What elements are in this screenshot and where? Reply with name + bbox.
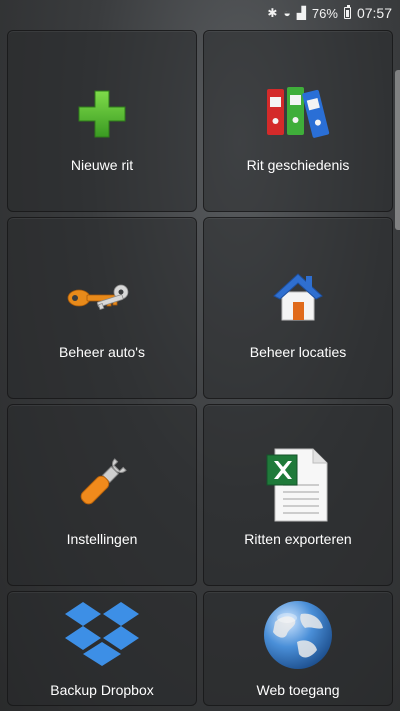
settings-label: Instellingen [66,531,138,547]
export-trips-label: Ritten exporteren [244,531,352,547]
manage-cars-label: Beheer auto's [59,344,145,360]
bluetooth-icon: ✱ [267,6,278,20]
wrench-icon [72,453,132,518]
house-icon [270,268,326,329]
menu-grid: Nieuwe rit Rit geschiedenis Beheer auto'… [0,0,400,711]
settings-tile[interactable]: Instellingen [7,404,197,586]
new-trip-label: Nieuwe rit [70,157,134,173]
clock: 07:57 [356,5,392,21]
manage-cars-tile[interactable]: Beheer auto's [7,217,197,399]
battery-icon [343,5,351,19]
trip-history-label: Rit geschiedenis [246,157,350,173]
backup-dropbox-tile[interactable]: Backup Dropbox [7,591,197,706]
wifi-icon: ◒ [283,6,291,20]
edge-panel-handle[interactable] [395,70,400,230]
status-bar: ✱ ◒ ▟ 76% 07:57 [0,0,400,26]
binders-icon [265,83,331,144]
dropbox-icon [61,600,143,681]
export-trips-tile[interactable]: Ritten exporteren [203,404,393,586]
web-access-tile[interactable]: Web toegang [203,591,393,706]
car-keys-icon [67,282,137,323]
manage-locations-tile[interactable]: Beheer locaties [203,217,393,399]
manage-locations-label: Beheer locaties [249,344,347,360]
globe-icon [261,598,335,677]
plus-icon [77,89,127,144]
excel-document-icon [265,445,331,530]
signal-icon: ▟ [296,6,306,20]
new-trip-tile[interactable]: Nieuwe rit [7,30,197,212]
trip-history-tile[interactable]: Rit geschiedenis [203,30,393,212]
battery-percent: 76% [311,5,338,21]
web-access-label: Web toegang [256,682,340,698]
backup-dropbox-label: Backup Dropbox [50,682,154,698]
